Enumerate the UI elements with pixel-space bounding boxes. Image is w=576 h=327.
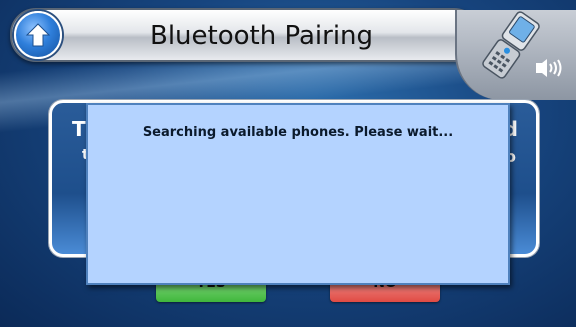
bluetooth-signal-icon [536, 59, 562, 77]
searching-message-box: Searching available phones. Please wait.… [86, 103, 510, 285]
dialog-text-left: T [72, 117, 86, 141]
searching-message: Searching available phones. Please wait.… [142, 125, 454, 140]
screen: Bluetooth Pairing T t d o YES NO Searchi… [0, 0, 576, 327]
page-title: Bluetooth Pairing [150, 21, 374, 51]
up-arrow-icon [25, 23, 51, 47]
back-button[interactable] [14, 11, 62, 59]
